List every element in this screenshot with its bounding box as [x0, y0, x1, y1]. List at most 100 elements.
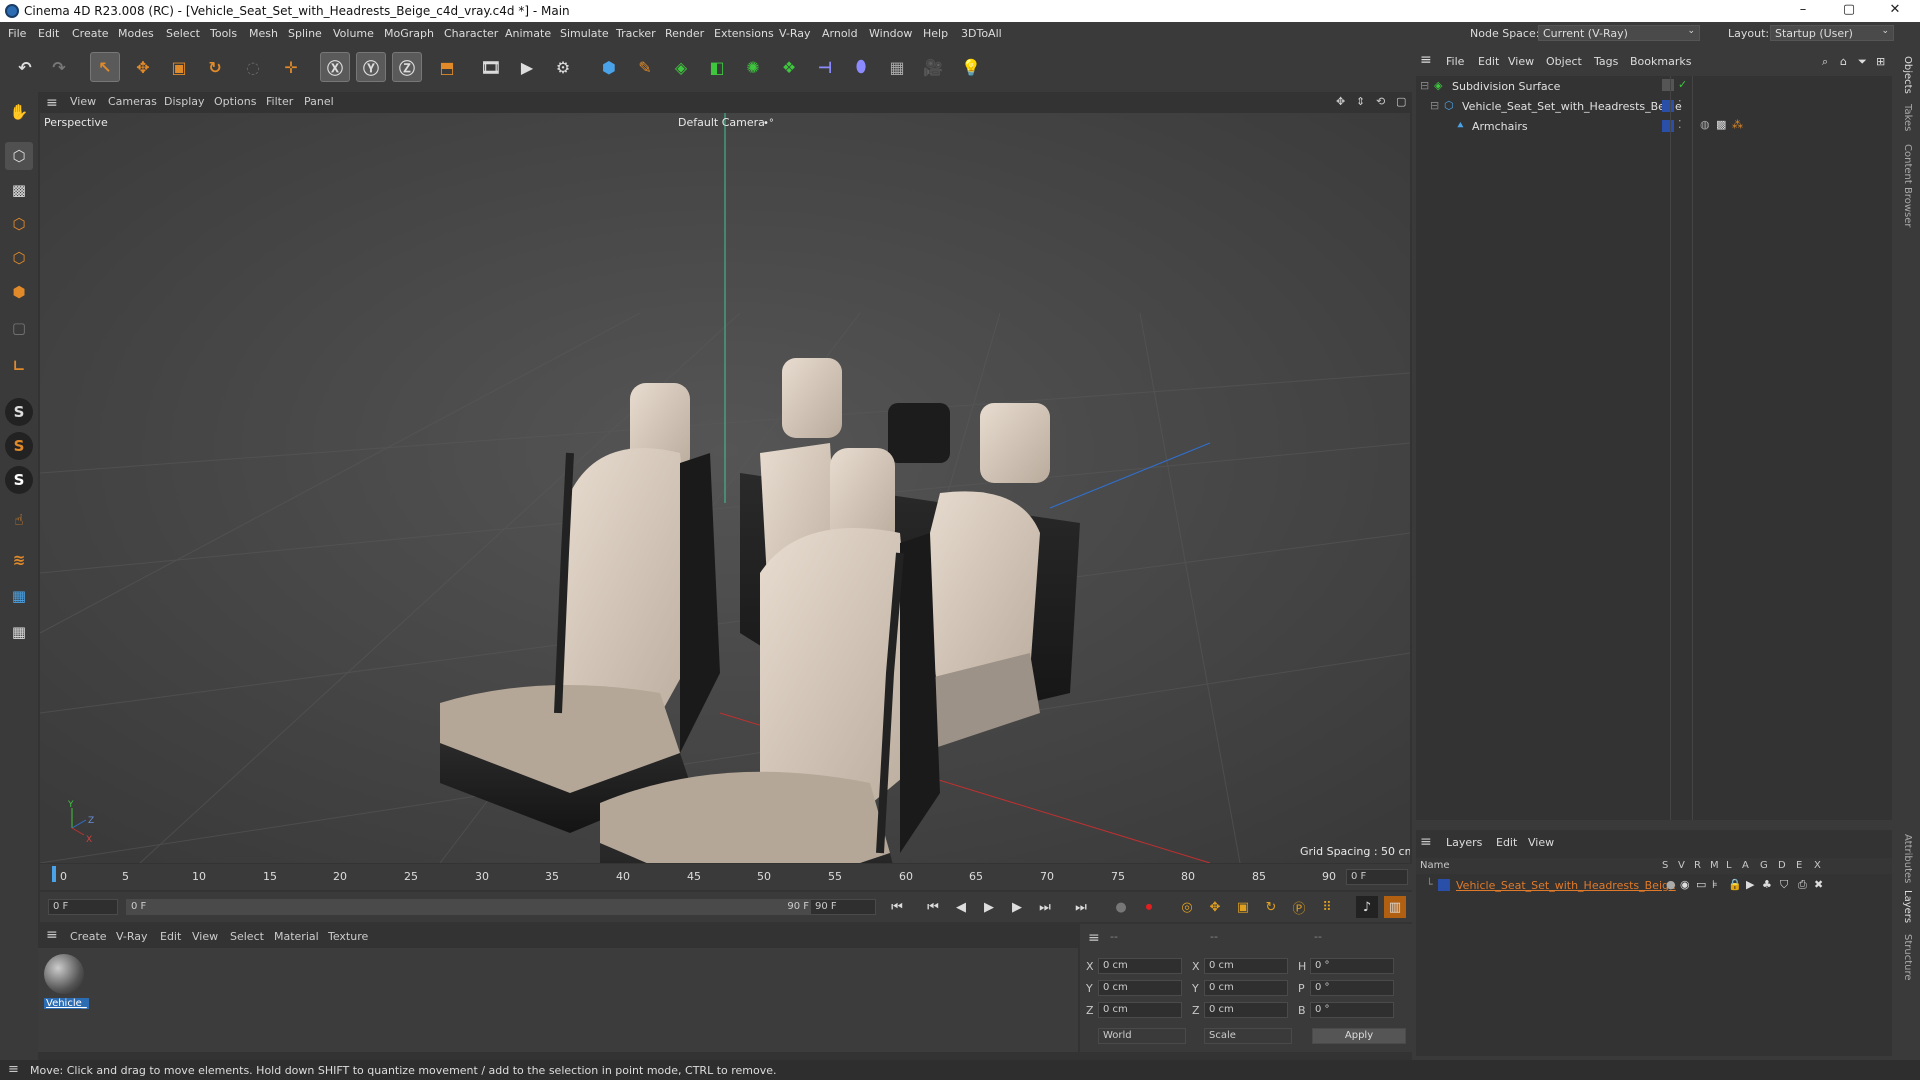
pos-x-field[interactable]: 0 cm	[1098, 958, 1182, 974]
node-space-dropdown[interactable]: Current (V-Ray) ⌄	[1538, 25, 1700, 41]
uv-tag-icon[interactable]: ⁂	[1732, 118, 1743, 131]
coord-mode-dropdown[interactable]: Scale	[1204, 1028, 1292, 1044]
z-axis-lock-icon[interactable]: Ⓩ	[392, 52, 422, 82]
menu-extensions[interactable]: Extensions	[714, 27, 774, 40]
snap-enable-icon[interactable]: S	[5, 466, 33, 494]
collapse-icon[interactable]: ⊟	[1420, 79, 1429, 92]
mat-menu-create[interactable]: Create	[70, 930, 107, 943]
y-axis-lock-icon[interactable]: Ⓨ	[356, 52, 386, 82]
timeline-window-icon[interactable]: ▥	[1384, 896, 1406, 918]
om-menu-edit[interactable]: Edit	[1478, 55, 1499, 68]
previous-frame-icon[interactable]: ◀	[950, 896, 972, 918]
menu-modes[interactable]: Modes	[118, 27, 154, 40]
axis-mode-icon[interactable]: ∟	[5, 352, 33, 380]
rot-h-field[interactable]: 0 °	[1310, 958, 1394, 974]
vp-menu-options[interactable]: Options	[214, 95, 256, 108]
deformer-icon[interactable]: ⛉	[1780, 878, 1788, 892]
undo-icon[interactable]: ↶	[10, 52, 40, 82]
grid-icon[interactable]: ▦	[5, 582, 33, 610]
start-frame-field[interactable]: 0 F	[48, 899, 118, 915]
generator-icon[interactable]: ♣	[1762, 878, 1772, 891]
menu-animate[interactable]: Animate	[505, 27, 551, 40]
menu-character[interactable]: Character	[444, 27, 498, 40]
render-icon[interactable]: ▭	[1696, 878, 1706, 891]
menu-3dtoall[interactable]: 3DToAll	[961, 27, 1002, 40]
om-menu-tags[interactable]: Tags	[1594, 55, 1618, 68]
object-name[interactable]: Vehicle_Seat_Set_with_Headrests_Beige	[1462, 100, 1682, 113]
menu-create[interactable]: Create	[72, 27, 109, 40]
object-name[interactable]: Armchairs	[1472, 120, 1528, 133]
enabled-check-icon[interactable]: ✓	[1678, 78, 1687, 91]
menu-edit[interactable]: Edit	[38, 27, 59, 40]
grid-lock-icon[interactable]: ▦	[5, 618, 33, 646]
tab-layers[interactable]: Layers	[1902, 890, 1913, 923]
menu-simulate[interactable]: Simulate	[560, 27, 609, 40]
search-icon[interactable]: ⌕	[1822, 55, 1828, 69]
extrude-icon[interactable]: ◧	[702, 52, 732, 82]
scale-tool-icon[interactable]: ▣	[164, 52, 194, 82]
lock-icon[interactable]: 🔒	[1728, 878, 1742, 891]
new-window-icon[interactable]: ⊞	[1876, 55, 1885, 68]
hamburger-icon[interactable]: ≡	[1088, 930, 1100, 946]
animation-icon[interactable]: ▶	[1746, 878, 1754, 891]
hamburger-icon[interactable]: ≡	[46, 95, 58, 111]
rot-b-field[interactable]: 0 °	[1310, 1002, 1394, 1018]
vray-tag-icon[interactable]: ◍	[1700, 118, 1710, 131]
pos-y-field[interactable]: 0 cm	[1098, 980, 1182, 996]
workplane-icon[interactable]: ≋	[5, 546, 33, 574]
tab-takes[interactable]: Takes	[1902, 104, 1913, 131]
toggle-view-icon[interactable]: ▢	[1396, 95, 1406, 108]
camera-tag-icon[interactable]: •°	[763, 118, 774, 129]
snap-settings-icon[interactable]: S	[5, 432, 33, 460]
vp-menu-cameras[interactable]: Cameras	[108, 95, 157, 108]
camera-icon[interactable]: 🎥	[918, 52, 948, 82]
x-axis-lock-icon[interactable]: Ⓧ	[320, 52, 350, 82]
menu-help[interactable]: Help	[923, 27, 948, 40]
timeline-ruler[interactable]: 0 5 10 15 20 25 30 35 40 45 50 55 60 65 …	[40, 864, 1412, 890]
layer-row[interactable]: └ Vehicle_Seat_Set_with_Headrests_Beige …	[1416, 876, 1892, 894]
playhead[interactable]	[52, 866, 56, 882]
hamburger-icon[interactable]: ≡	[46, 927, 58, 943]
size-z-field[interactable]: 0 cm	[1204, 1002, 1288, 1018]
snap-icon[interactable]: S	[5, 398, 33, 426]
mat-menu-material[interactable]: Material	[274, 930, 319, 943]
menu-mesh[interactable]: Mesh	[249, 27, 278, 40]
key-pla-icon[interactable]: ⠿	[1316, 896, 1338, 918]
menu-vray[interactable]: V-Ray	[779, 27, 811, 40]
apply-button[interactable]: Apply	[1312, 1028, 1406, 1044]
light-icon[interactable]: 💡	[956, 52, 986, 82]
hamburger-icon[interactable]: ≡	[8, 1062, 19, 1077]
end-frame-field[interactable]: 90 F	[810, 899, 876, 915]
close-button[interactable]: ✕	[1872, 2, 1918, 20]
coord-system-dropdown[interactable]: World	[1098, 1028, 1186, 1044]
render-view-icon[interactable]: 🎞	[476, 52, 506, 82]
mat-menu-select[interactable]: Select	[230, 930, 264, 943]
filter-icon[interactable]: ⏷	[1858, 55, 1867, 69]
deformer-icon[interactable]: ⊣	[810, 52, 840, 82]
mat-menu-vray[interactable]: V-Ray	[116, 930, 148, 943]
mograph-icon[interactable]: ❖	[774, 52, 804, 82]
tab-content-browser[interactable]: Content Browser	[1902, 144, 1913, 227]
layer-swatch[interactable]	[1662, 120, 1674, 132]
key-param-icon[interactable]: Ⓟ	[1288, 896, 1310, 918]
menu-arnold[interactable]: Arnold	[822, 27, 858, 40]
manager-icon[interactable]: ⊧	[1712, 878, 1718, 891]
om-menu-file[interactable]: File	[1446, 55, 1464, 68]
hamburger-icon[interactable]: ≡	[1420, 834, 1432, 850]
layers-menu-view[interactable]: View	[1528, 836, 1554, 849]
object-row[interactable]: ⊟ ◈ Subdivision Surface ✓	[1416, 76, 1892, 96]
autokey-icon[interactable]: ◎	[1176, 896, 1198, 918]
tab-attributes[interactable]: Attributes	[1902, 834, 1913, 883]
previous-key-icon[interactable]: ⏮	[922, 896, 944, 918]
solo-icon[interactable]: ●	[1666, 878, 1676, 891]
layer-color-swatch[interactable]	[1438, 879, 1450, 891]
field-icon[interactable]: ⬮	[846, 52, 876, 82]
xref-icon[interactable]: ✖	[1814, 878, 1823, 891]
sculpt-icon[interactable]: ✋	[5, 98, 33, 126]
material-name[interactable]: Vehicle_	[44, 998, 89, 1009]
menu-window[interactable]: Window	[869, 27, 912, 40]
key-scale-icon[interactable]: ▣	[1232, 896, 1254, 918]
points-mode-icon[interactable]: ⬡	[5, 210, 33, 238]
object-name[interactable]: Subdivision Surface	[1452, 80, 1560, 93]
vp-menu-panel[interactable]: Panel	[304, 95, 334, 108]
